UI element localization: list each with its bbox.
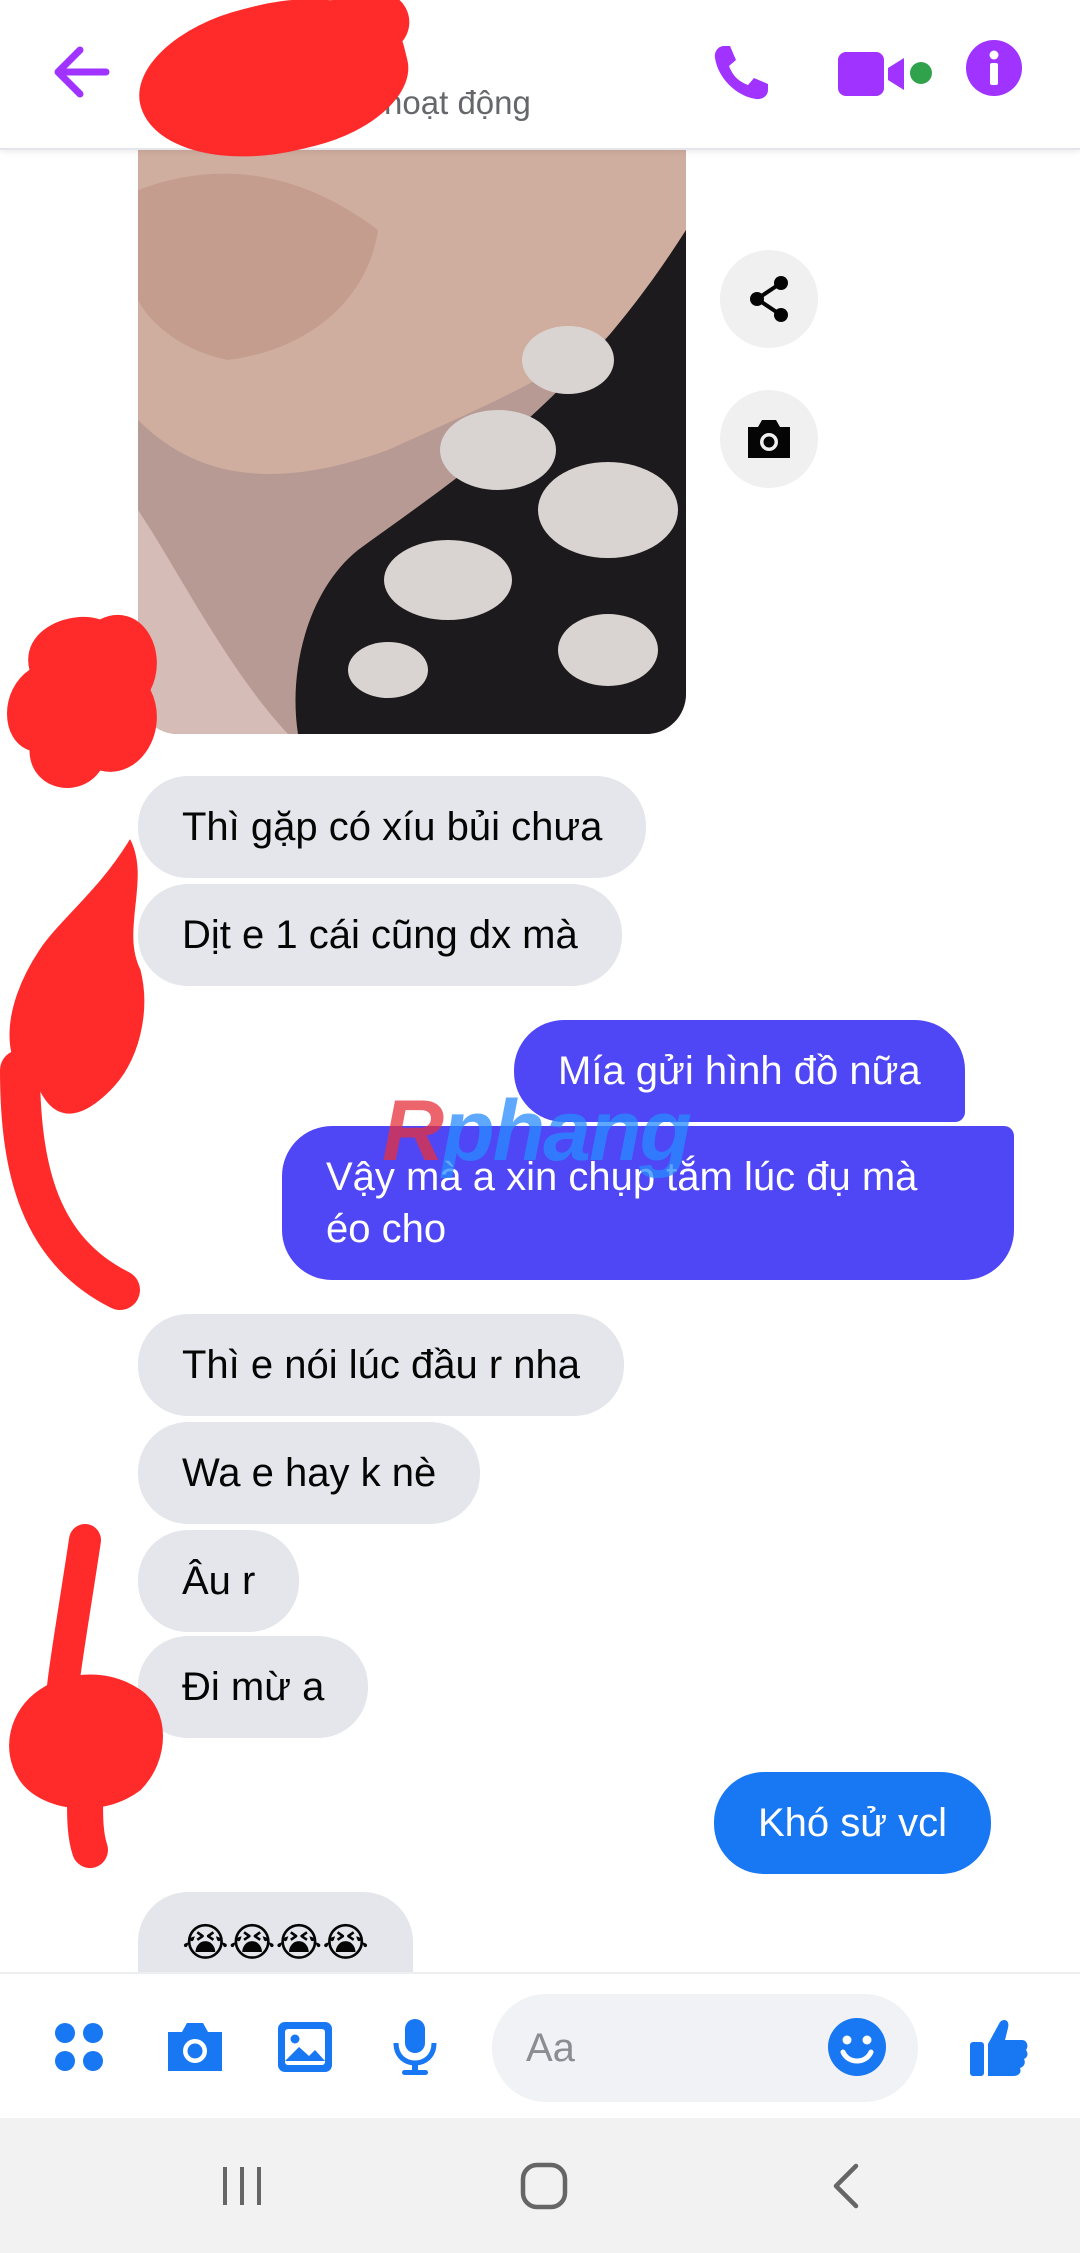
chat-header: n Đang hoạt động <box>0 0 1080 185</box>
share-icon <box>750 276 788 322</box>
watermark-part1: R <box>382 1083 444 1179</box>
microphone-icon[interactable] <box>382 2014 448 2080</box>
watermark-part2: phang <box>442 1083 692 1179</box>
message-bubble-outgoing[interactable]: Khó sử vcl <box>714 1772 992 1874</box>
watermark: Rphang <box>382 1082 692 1181</box>
camera-icon <box>748 420 790 458</box>
shared-photo[interactable] <box>138 150 686 734</box>
emoji-icon[interactable] <box>824 2014 890 2080</box>
camera-icon[interactable] <box>162 2014 228 2080</box>
active-status-dot <box>910 62 932 84</box>
message-bubble-incoming[interactable]: Thì gặp có xíu bủi chưa <box>138 776 647 878</box>
phone-icon[interactable] <box>706 38 776 108</box>
back-arrow-icon[interactable] <box>44 36 124 108</box>
menu-dots-icon[interactable] <box>46 2014 112 2080</box>
info-icon[interactable] <box>964 38 1024 98</box>
message-composer <box>0 1972 1080 2118</box>
gallery-icon[interactable] <box>272 2014 338 2080</box>
recent-apps-icon[interactable] <box>202 2148 282 2224</box>
system-navigation-bar <box>0 2118 1080 2253</box>
message-bubble-incoming[interactable]: Dịt e 1 cái cũng dx mà <box>138 884 622 986</box>
message-bubble-incoming[interactable]: Wa e hay k nè <box>138 1422 481 1524</box>
redaction-scribble <box>0 614 163 1868</box>
save-photo-button[interactable] <box>720 390 818 488</box>
thumbs-up-icon[interactable] <box>966 2014 1032 2080</box>
message-bubble-incoming[interactable]: Thì e nói lúc đầu r nha <box>138 1314 625 1416</box>
home-icon[interactable] <box>504 2148 584 2224</box>
back-icon[interactable] <box>806 2148 886 2224</box>
share-photo-button[interactable] <box>720 250 818 348</box>
